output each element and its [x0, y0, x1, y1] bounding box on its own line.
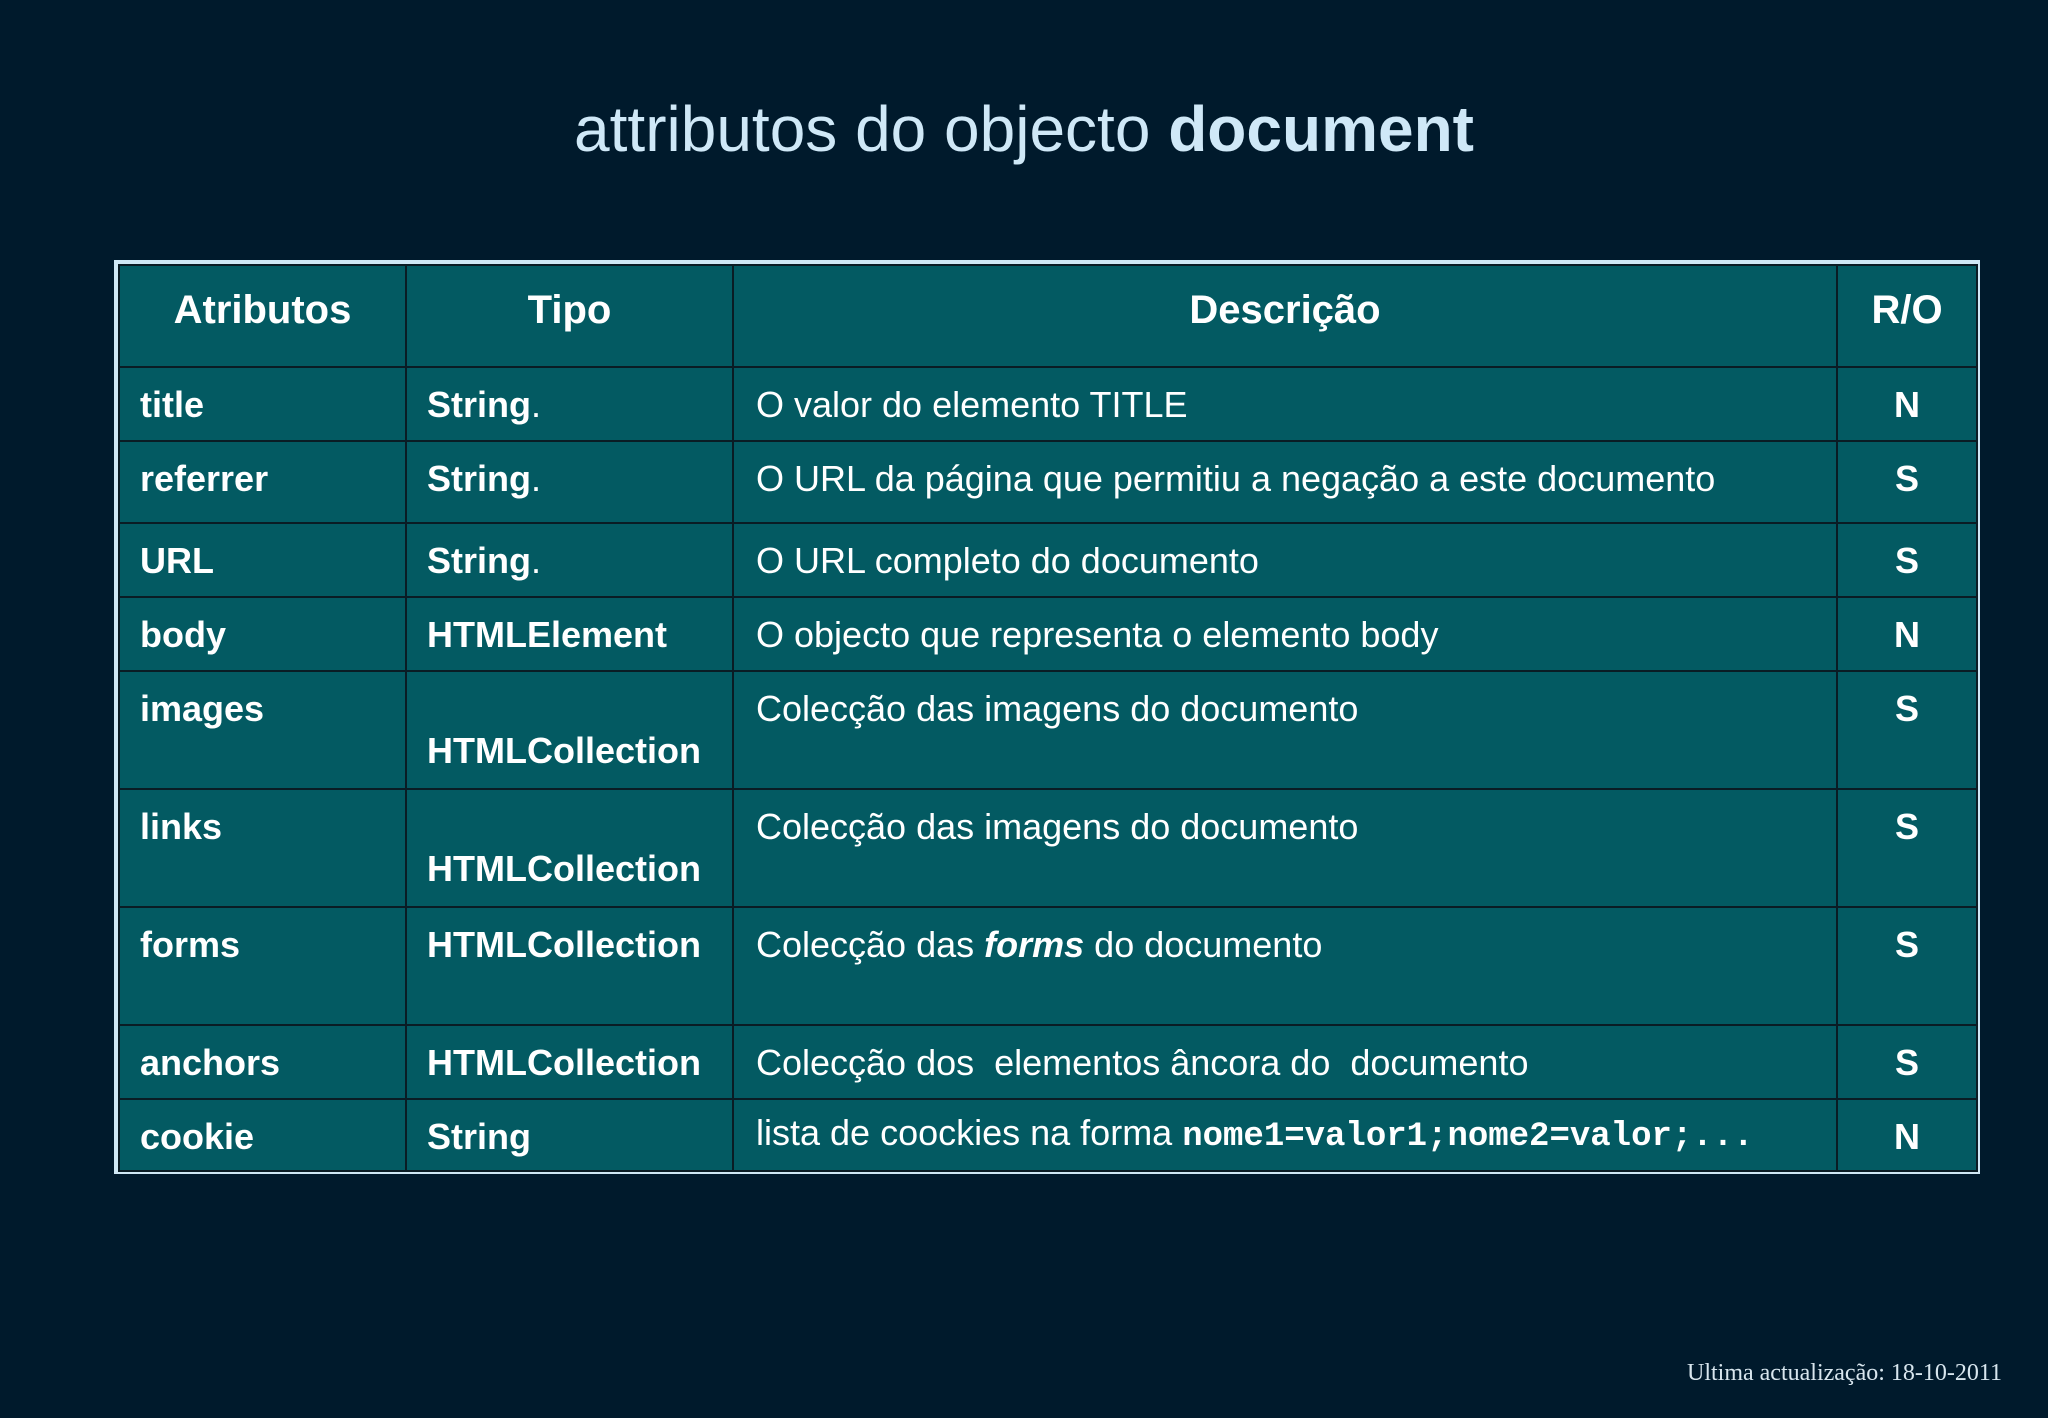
attributes-table: Atributos Tipo Descrição R/O title Strin…: [118, 264, 1978, 1172]
last-updated-footer: Ultima actualização: 18-10-2011: [1687, 1360, 2002, 1386]
table-row: referrer String. O URL da página que per…: [118, 440, 1978, 524]
cell-ro: S: [1836, 1024, 1978, 1100]
table-row: title String. O valor do elemento TITLE …: [118, 366, 1978, 442]
cell-ro: S: [1836, 440, 1978, 524]
cell-attr: referrer: [118, 440, 407, 524]
slide-title-normal: attributos do objecto: [574, 93, 1169, 165]
cell-desc: Colecção dos elementos âncora do documen…: [732, 1024, 1838, 1100]
cell-tipo-text: String: [427, 540, 531, 581]
cell-desc: Colecção das imagens do documento: [732, 788, 1838, 908]
cell-tipo-suffix: .: [531, 540, 542, 581]
table-row: URL String. O URL completo do documento …: [118, 522, 1978, 598]
header-descricao: Descrição: [732, 264, 1838, 368]
cell-desc: O URL da página que permitiu a negação a…: [732, 440, 1838, 524]
cell-attr: images: [118, 670, 407, 790]
attributes-table-frame: Atributos Tipo Descrição R/O title Strin…: [114, 260, 1980, 1174]
slide: { "slide": { "title_normal": "attributos…: [0, 0, 2048, 1418]
cell-desc: Colecção das imagens do documento: [732, 670, 1838, 790]
cell-desc: Colecção das forms do documento: [732, 906, 1838, 1026]
cell-ro: N: [1836, 1098, 1978, 1172]
header-tipo: Tipo: [405, 264, 734, 368]
cell-ro: S: [1836, 670, 1978, 790]
cell-ro: S: [1836, 788, 1978, 908]
cell-desc-pre: Colecção das: [756, 924, 985, 965]
cell-tipo-suffix: .: [531, 384, 542, 425]
table-row: anchors HTMLCollection Colecção dos elem…: [118, 1024, 1978, 1100]
cell-desc: O URL completo do documento: [732, 522, 1838, 598]
header-ro: R/O: [1836, 264, 1978, 368]
cell-tipo: HTMLCollection: [405, 1024, 734, 1100]
cell-ro: N: [1836, 366, 1978, 442]
cell-attr: cookie: [118, 1098, 407, 1172]
cell-tipo: String.: [405, 366, 734, 442]
cell-tipo: HTMLCollection: [405, 788, 734, 908]
cell-desc-code: nome1=valor1;nome2=valor;...: [1182, 1118, 1754, 1156]
cell-ro: N: [1836, 596, 1978, 672]
cell-desc-post: do documento: [1084, 924, 1323, 965]
cell-desc-emphasis: forms: [984, 924, 1085, 965]
cell-tipo: HTMLCollection: [405, 670, 734, 790]
cell-ro: S: [1836, 906, 1978, 1026]
cell-tipo: HTMLCollection: [405, 906, 734, 1026]
header-atributos: Atributos: [118, 264, 407, 368]
table-row: links HTMLCollection Colecção das imagen…: [118, 788, 1978, 908]
table-row: forms HTMLCollection Colecção das forms …: [118, 906, 1978, 1026]
cell-attr: URL: [118, 522, 407, 598]
cell-desc: O valor do elemento TITLE: [732, 366, 1838, 442]
table-row: body HTMLElement O objecto que represent…: [118, 596, 1978, 672]
cell-desc: O objecto que representa o elemento body: [732, 596, 1838, 672]
cell-tipo-text: String: [427, 384, 531, 425]
cell-attr: links: [118, 788, 407, 908]
cell-tipo-text: String: [427, 458, 531, 499]
table-row: cookie String lista de coockies na forma…: [118, 1098, 1978, 1172]
slide-title-strong: document: [1168, 93, 1474, 165]
cell-attr: title: [118, 366, 407, 442]
table-row: images HTMLCollection Colecção das image…: [118, 670, 1978, 790]
cell-attr: body: [118, 596, 407, 672]
cell-attr: forms: [118, 906, 407, 1026]
table-header-row: Atributos Tipo Descrição R/O: [118, 264, 1978, 368]
cell-ro: S: [1836, 522, 1978, 598]
slide-title: attributos do objecto document: [0, 92, 2048, 166]
cell-tipo: String: [405, 1098, 734, 1172]
cell-attr: anchors: [118, 1024, 407, 1100]
cell-tipo: String.: [405, 440, 734, 524]
cell-desc-pre: lista de coockies na forma: [756, 1112, 1183, 1153]
cell-tipo: String.: [405, 522, 734, 598]
cell-tipo: HTMLElement: [405, 596, 734, 672]
cell-tipo-suffix: .: [531, 458, 542, 499]
cell-desc: lista de coockies na forma nome1=valor1;…: [732, 1098, 1838, 1172]
